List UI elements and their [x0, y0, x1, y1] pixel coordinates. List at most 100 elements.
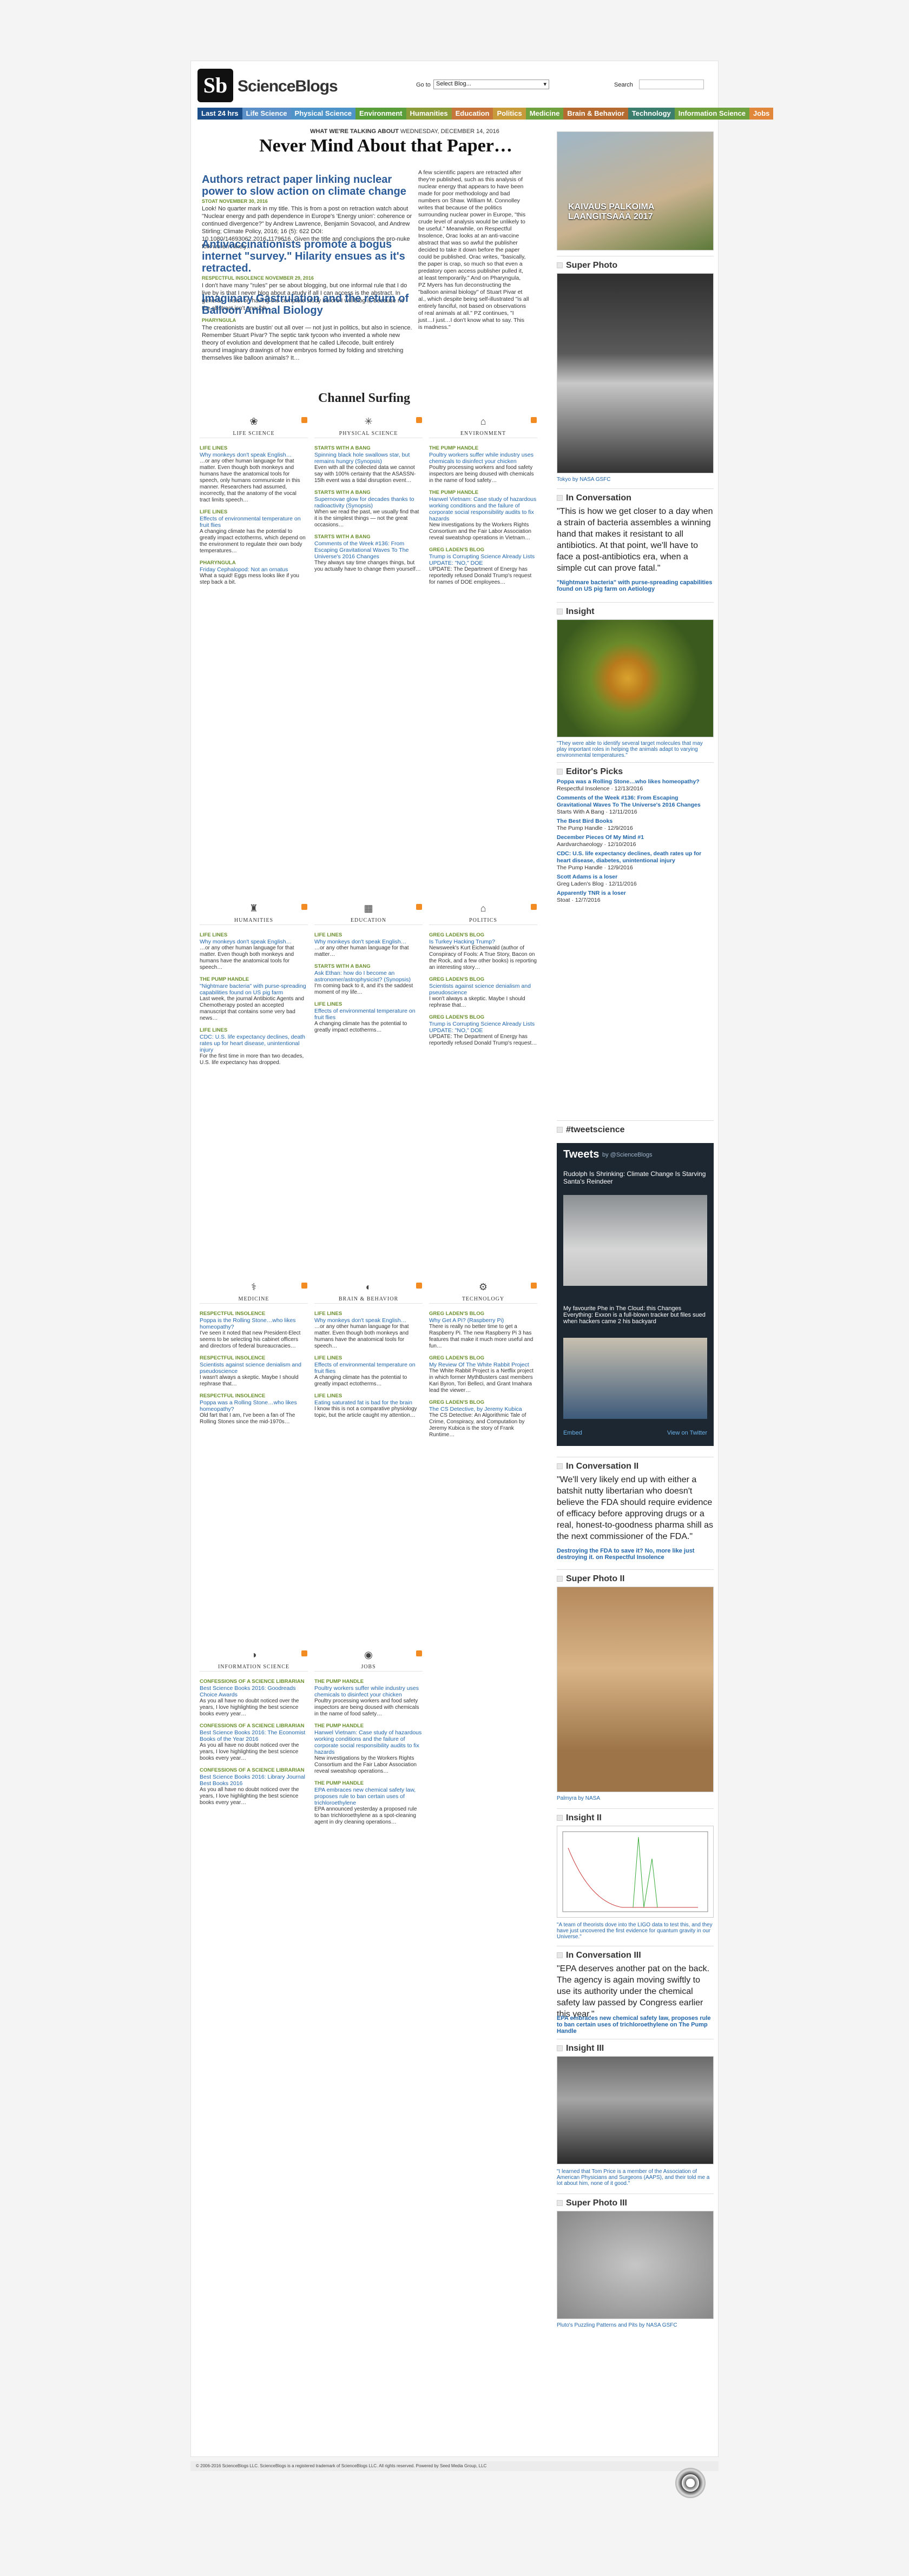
super-photo-3-caption[interactable]: Pluto's Puzzling Patterns and Pits by NA…	[557, 2322, 714, 2328]
post-blog-name[interactable]: Greg Laden's Blog	[429, 932, 537, 939]
post-blog-name[interactable]: Life Lines	[200, 1027, 308, 1034]
blog-select[interactable]: Select Blog...	[433, 80, 549, 89]
super-photo-caption[interactable]: Tokyo by NASA GSFC	[557, 477, 714, 483]
post-blog-name[interactable]: The Pump Handle	[429, 445, 537, 452]
category-header[interactable]: ⌂ Environment	[429, 416, 537, 438]
post-title[interactable]: EPA embraces new chemical safety law, pr…	[314, 1787, 423, 1806]
post-blog-name[interactable]: Respectful Insolence	[200, 1311, 308, 1317]
rss-feed-icon[interactable]	[531, 904, 537, 910]
post-title[interactable]: Best Science Books 2016: Goodreads Choic…	[200, 1685, 308, 1698]
twitter-widget[interactable]: Tweets by @ScienceBlogs Rudolph Is Shrin…	[557, 1143, 714, 1446]
conversation-source[interactable]: Destroying the FDA to save it? No, more …	[557, 1548, 714, 1561]
post-blog-name[interactable]: The Pump Handle	[200, 976, 308, 983]
post-blog-name[interactable]: The Pump Handle	[429, 490, 537, 496]
pick-title[interactable]: The Best Bird Books	[557, 818, 714, 825]
post-title[interactable]: Friday Cephalopod: Not an ornatus	[200, 566, 308, 573]
pick-title[interactable]: CDC: U.S. life expectancy declines, deat…	[557, 850, 714, 864]
post-title[interactable]: Why monkeys don't speak English…	[314, 939, 423, 945]
rss-feed-icon[interactable]	[531, 417, 537, 423]
category-header[interactable]: ▦ Education	[314, 903, 423, 924]
rss-feed-icon[interactable]	[416, 417, 422, 423]
nav-education[interactable]: Education	[451, 108, 493, 120]
rss-feed-icon[interactable]	[301, 904, 307, 910]
pick-title[interactable]: Scott Adams is a loser	[557, 874, 714, 881]
pick-title[interactable]: Poppa was a Rolling Stone…who likes home…	[557, 778, 714, 785]
tweet-image[interactable]	[563, 1338, 707, 1419]
super-photo-2-image[interactable]	[557, 1587, 714, 1792]
post-blog-name[interactable]: The Pump Handle	[314, 1723, 423, 1729]
super-photo-3-image[interactable]	[557, 2211, 714, 2319]
nav-humanities[interactable]: Humanities	[406, 108, 452, 120]
post-blog-name[interactable]: Confessions of a Science Librarian	[200, 1679, 308, 1685]
category-header[interactable]: ⌂ Politics	[429, 903, 537, 924]
category-header[interactable]: ◐ Brain & Behavior	[314, 1282, 423, 1303]
category-header[interactable]: ❀ Life Science	[200, 416, 308, 438]
nav-technology[interactable]: Technology	[628, 108, 675, 120]
post-title[interactable]: Comments of the Week #136: From Escaping…	[314, 540, 423, 560]
post-title[interactable]: Why monkeys don't speak English…	[200, 452, 308, 458]
post-blog-name[interactable]: The Pump Handle	[314, 1780, 423, 1787]
insight-caption[interactable]: "They were able to identify several targ…	[557, 741, 714, 758]
search-input[interactable]	[639, 80, 704, 89]
category-header[interactable]: ♜ Humanities	[200, 903, 308, 924]
post-title[interactable]: Eating saturated fat is bad for the brai…	[314, 1399, 423, 1406]
rss-feed-icon[interactable]	[416, 1283, 422, 1289]
post-title[interactable]: CDC: U.S. life expectancy declines, deat…	[200, 1034, 308, 1053]
tweets-embed-link[interactable]: Embed	[563, 1430, 582, 1436]
rss-feed-icon[interactable]	[301, 417, 307, 423]
post-title[interactable]: Best Science Books 2016: Library Journal…	[200, 1774, 308, 1787]
nav-life-science[interactable]: Life Science	[242, 108, 291, 120]
site-logo-text[interactable]: ScienceBlogs	[238, 77, 338, 96]
post-blog-name[interactable]: Greg Laden's Blog	[429, 1399, 537, 1406]
conversation-source[interactable]: "Nightmare bacteria" with purse-spreadin…	[557, 579, 714, 592]
nav-last-24[interactable]: Last 24 hrs	[197, 108, 242, 120]
pick-title[interactable]: Apparently TNR is a loser	[557, 890, 714, 897]
nav-physical-science[interactable]: Physical Science	[291, 108, 356, 120]
insight-2-caption[interactable]: "A team of theorists dove into the LIGO …	[557, 1922, 714, 1940]
nav-jobs[interactable]: Jobs	[749, 108, 774, 120]
post-title[interactable]: Poppa was a Rolling Stone…who likes home…	[200, 1399, 308, 1412]
post-title[interactable]: Poultry workers suffer while industry us…	[314, 1685, 423, 1698]
post-blog-name[interactable]: Life Lines	[314, 1355, 423, 1362]
rss-feed-icon[interactable]	[301, 1650, 307, 1656]
category-header[interactable]: ⚕ Medicine	[200, 1282, 308, 1303]
post-blog-name[interactable]: Confessions of a Science Librarian	[200, 1723, 308, 1729]
super-photo-2-caption[interactable]: Palmyra by NASA	[557, 1795, 714, 1801]
pick-title[interactable]: December Pieces Of My Mind #1	[557, 834, 714, 841]
post-blog-name[interactable]: Respectful Insolence	[200, 1393, 308, 1399]
post-title[interactable]: Spinning black hole swallows star, but r…	[314, 452, 423, 465]
post-title[interactable]: Scientists against science denialism and…	[429, 983, 537, 996]
post-blog-name[interactable]: Starts With A Bang	[314, 445, 423, 452]
insight-2-image[interactable]	[557, 1826, 714, 1918]
feature-title[interactable]: Antivaccinationists promote a bogus inte…	[202, 239, 413, 274]
post-title[interactable]: Trump is Corrupting Science Already List…	[429, 1021, 537, 1034]
post-blog-name[interactable]: Life Lines	[314, 1393, 423, 1399]
rss-feed-icon[interactable]	[531, 1283, 537, 1289]
category-header[interactable]: ◉ Jobs	[314, 1649, 423, 1671]
post-blog-name[interactable]: Starts With A Bang	[314, 490, 423, 496]
post-title[interactable]: Scientists against science denialism and…	[200, 1362, 308, 1375]
post-blog-name[interactable]: Starts With A Bang	[314, 534, 423, 540]
post-blog-name[interactable]: The Pump Handle	[314, 1679, 423, 1685]
insight-3-image[interactable]	[557, 2056, 714, 2164]
post-blog-name[interactable]: Greg Laden's Blog	[429, 1355, 537, 1362]
post-title[interactable]: Effects of environmental temperature on …	[200, 516, 308, 529]
rss-feed-icon[interactable]	[416, 904, 422, 910]
post-blog-name[interactable]: Confessions of a Science Librarian	[200, 1767, 308, 1774]
nav-brain-behavior[interactable]: Brain & Behavior	[563, 108, 628, 120]
post-title[interactable]: Poppa is the Rolling Stone…who likes hom…	[200, 1317, 308, 1330]
insight-image[interactable]	[557, 619, 714, 737]
post-title[interactable]: The CS Detective, by Jeremy Kubica	[429, 1406, 537, 1412]
nav-politics[interactable]: Politics	[493, 108, 526, 120]
tweets-by[interactable]: by @ScienceBlogs	[602, 1152, 653, 1158]
post-title[interactable]: Poultry workers suffer while industry us…	[429, 452, 537, 465]
post-blog-name[interactable]: Greg Laden's Blog	[429, 976, 537, 983]
ad-banner[interactable]: KAIVAUS PALKOIMA LAANGITSAÄÄ 2017	[557, 131, 714, 250]
nav-information-science[interactable]: Information Science	[674, 108, 750, 120]
post-blog-name[interactable]: Respectful Insolence	[200, 1355, 308, 1362]
post-title[interactable]: Why monkeys don't speak English…	[314, 1317, 423, 1324]
post-blog-name[interactable]: Starts With A Bang	[314, 963, 423, 970]
pick-title[interactable]: Comments of the Week #136: From Escaping…	[557, 795, 714, 809]
post-blog-name[interactable]: Life Lines	[314, 932, 423, 939]
post-blog-name[interactable]: Greg Laden's Blog	[429, 1014, 537, 1021]
